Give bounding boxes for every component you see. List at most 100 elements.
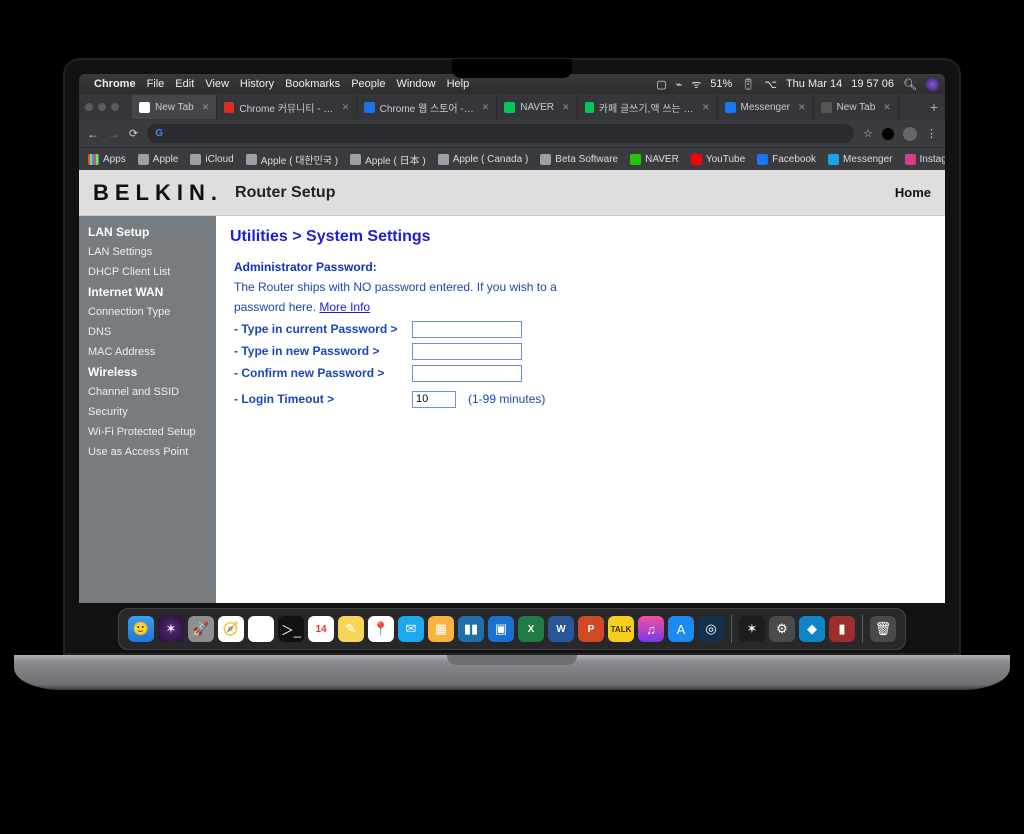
menu-people[interactable]: People: [351, 78, 385, 90]
sidebar-item[interactable]: Channel and SSID: [79, 382, 216, 402]
dock-word-icon[interactable]: W: [548, 616, 574, 642]
menu-bookmarks[interactable]: Bookmarks: [285, 78, 340, 90]
bookmark-item[interactable]: Messenger: [828, 154, 892, 165]
more-info-link[interactable]: More Info: [319, 300, 370, 314]
profile-icon[interactable]: [903, 127, 917, 141]
close-tab-icon[interactable]: ✕: [202, 102, 210, 113]
dock-safari-icon[interactable]: 🧭: [218, 616, 244, 642]
siri-icon[interactable]: [926, 78, 939, 91]
close-tab-icon[interactable]: ✕: [702, 102, 710, 113]
apps-grid-button[interactable]: Apps: [88, 154, 126, 165]
bookmark-item[interactable]: iCloud: [190, 154, 233, 165]
sidebar-item[interactable]: Security: [79, 402, 216, 422]
spotlight-icon[interactable]: 🔍︎: [903, 78, 917, 91]
menu-view[interactable]: View: [205, 78, 229, 90]
dock-trash-icon[interactable]: 🗑︎: [870, 616, 896, 642]
traffic-max[interactable]: [111, 103, 119, 111]
dock-maps-icon[interactable]: 📍: [368, 616, 394, 642]
sidebar-group-head[interactable]: LAN Setup: [79, 222, 216, 242]
traffic-min[interactable]: [98, 103, 106, 111]
close-tab-icon[interactable]: ✕: [883, 102, 891, 113]
browser-tab[interactable]: Chrome 웹 스토어 - I…✕: [357, 95, 497, 119]
menu-window[interactable]: Window: [396, 78, 435, 90]
menu-edit[interactable]: Edit: [175, 78, 194, 90]
bookmark-item[interactable]: NAVER: [630, 154, 679, 165]
dock-shortcut-icon[interactable]: ✶: [158, 616, 184, 642]
menu-file[interactable]: File: [147, 78, 165, 90]
forward-button[interactable]: →: [108, 127, 120, 141]
bookmark-star-icon[interactable]: ☆: [863, 127, 873, 140]
bluetooth-icon[interactable]: ⌁: [676, 78, 683, 91]
dock-keynote-icon[interactable]: ▣: [488, 616, 514, 642]
sidebar-item[interactable]: Use as Access Point: [79, 442, 216, 462]
omnibox[interactable]: G: [147, 124, 854, 143]
dock-app2-icon[interactable]: ▮: [829, 616, 855, 642]
dock-kakaotalk-icon[interactable]: TALK: [608, 616, 634, 642]
browser-tab[interactable]: Messenger✕: [718, 95, 814, 119]
battery-icon[interactable]: 🔋︎: [741, 78, 755, 91]
close-tab-icon[interactable]: ✕: [342, 102, 350, 113]
bookmark-item[interactable]: Apple ( Canada ): [438, 154, 529, 165]
new-password-input[interactable]: [412, 343, 522, 360]
browser-tab[interactable]: New Tab✕: [132, 95, 217, 119]
dock-butterfly-icon[interactable]: ✶: [739, 616, 765, 642]
back-button[interactable]: ←: [87, 127, 99, 141]
dock-app-icon[interactable]: ◆: [799, 616, 825, 642]
battery-percent[interactable]: 51%: [710, 78, 732, 90]
dock-notes-icon[interactable]: ✎: [338, 616, 364, 642]
dock-terminal-icon[interactable]: ＞_: [278, 616, 304, 642]
confirm-password-input[interactable]: [412, 365, 522, 382]
close-tab-icon[interactable]: ✕: [562, 102, 570, 113]
bookmark-item[interactable]: Beta Software: [540, 154, 618, 165]
sidebar-item[interactable]: LAN Settings: [79, 242, 216, 262]
menubar-date[interactable]: Thu Mar 14: [786, 78, 842, 90]
browser-tab[interactable]: Chrome 커뮤니티 - 'N…✕: [217, 95, 357, 119]
browser-tab[interactable]: 카페 글쓰기,액 쓰는 사람…✕: [578, 95, 718, 119]
sidebar-item[interactable]: DNS: [79, 322, 216, 342]
airplay-icon[interactable]: ▢: [656, 78, 666, 91]
dock-messages-icon[interactable]: ✉︎: [398, 616, 424, 642]
bookmark-item[interactable]: Facebook: [757, 154, 816, 165]
sidebar-item[interactable]: MAC Address: [79, 342, 216, 362]
browser-tab[interactable]: NAVER✕: [497, 95, 577, 119]
sidebar-item[interactable]: Wi-Fi Protected Setup: [79, 422, 216, 442]
menu-help[interactable]: Help: [447, 78, 470, 90]
dock-powerpoint-icon[interactable]: P: [578, 616, 604, 642]
bookmark-item[interactable]: Instagram: [905, 154, 945, 165]
bookmark-item[interactable]: Apple ( 日本 ): [350, 152, 426, 167]
bookmark-item[interactable]: Apple: [138, 154, 179, 165]
dock-memos-icon[interactable]: ▦: [428, 616, 454, 642]
dock-steam-icon[interactable]: ◎: [698, 616, 724, 642]
dock-bars-icon[interactable]: ▮▮: [458, 616, 484, 642]
extension-icon[interactable]: [882, 128, 894, 140]
sidebar-item[interactable]: Connection Type: [79, 302, 216, 322]
sidebar-group-head[interactable]: Internet WAN: [79, 282, 216, 302]
switch-icon[interactable]: ⌥: [764, 78, 777, 91]
menubar-time[interactable]: 19 57 06: [851, 78, 894, 90]
bookmark-item[interactable]: YouTube: [691, 154, 745, 165]
active-app-name[interactable]: Chrome: [94, 78, 136, 90]
dock-appstore-icon[interactable]: A: [668, 616, 694, 642]
dock-calendar-icon[interactable]: 14: [308, 616, 334, 642]
dock-excel-icon[interactable]: X: [518, 616, 544, 642]
browser-tab[interactable]: New Tab✕: [814, 95, 899, 119]
bookmark-item[interactable]: Apple ( 대한민국 ): [246, 152, 338, 167]
wifi-icon[interactable]: ᯤ: [691, 77, 701, 92]
current-password-input[interactable]: [412, 321, 522, 338]
dock-launchpad-icon[interactable]: 🚀: [188, 616, 214, 642]
sidebar-item[interactable]: DHCP Client List: [79, 262, 216, 282]
close-tab-icon[interactable]: ✕: [798, 102, 806, 113]
home-link[interactable]: Home: [895, 185, 931, 200]
new-tab-button[interactable]: +: [923, 99, 945, 115]
login-timeout-input[interactable]: [412, 391, 456, 408]
dock-chrome-icon[interactable]: ◉: [248, 616, 274, 642]
sidebar-group-head[interactable]: Wireless: [79, 362, 216, 382]
dock-music-icon[interactable]: ♫: [638, 616, 664, 642]
reload-button[interactable]: ⟳: [129, 127, 138, 140]
dock-settings-icon[interactable]: ⚙︎: [769, 616, 795, 642]
close-tab-icon[interactable]: ✕: [482, 102, 490, 113]
traffic-close[interactable]: [85, 103, 93, 111]
dock-finder-icon[interactable]: 🙂: [128, 616, 154, 642]
menu-history[interactable]: History: [240, 78, 274, 90]
chrome-menu-icon[interactable]: ⋮: [926, 127, 937, 140]
